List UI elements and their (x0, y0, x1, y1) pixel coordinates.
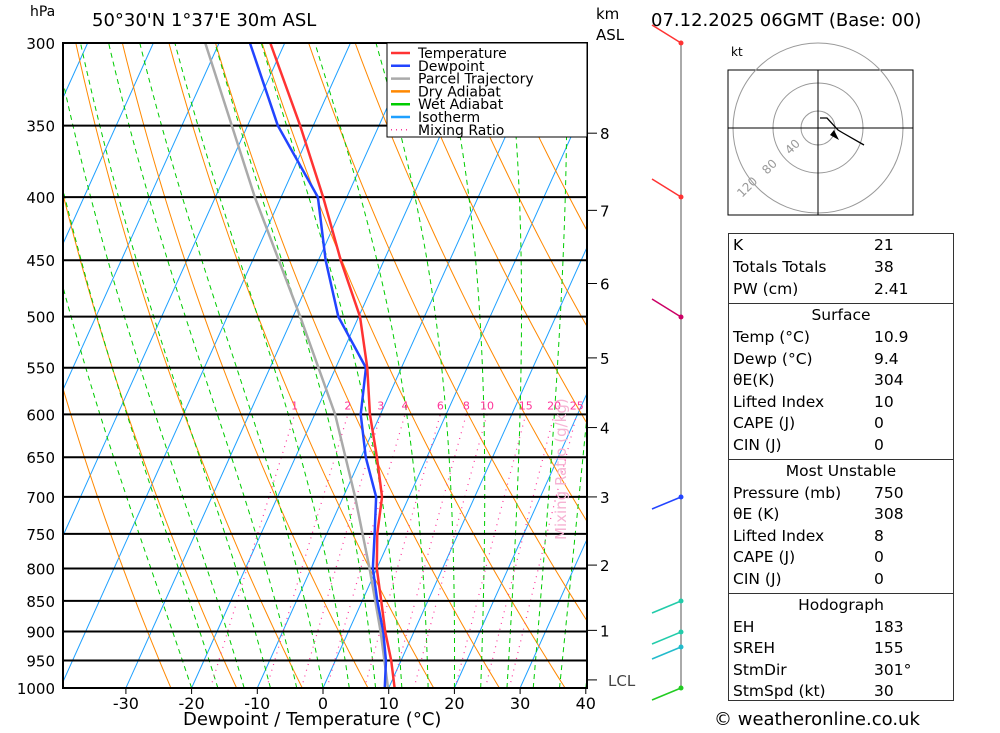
isotherm-line (63, 43, 154, 245)
dry-adiabat-line (354, 43, 587, 523)
indices-table: K 21 Totals Totals 38 PW (cm) 2.41 Surface … (728, 233, 954, 701)
km-tick-label: 1 (600, 622, 610, 640)
asl-label: ASL (596, 26, 625, 44)
wet-adiabat-line (63, 79, 245, 688)
wet-adiabat-line (63, 187, 219, 688)
dry-adiabat-line (308, 43, 587, 622)
y-tick-label: 500 (26, 309, 55, 327)
copyright: © weatheronline.co.uk (714, 709, 920, 730)
wind-barb-icon (651, 496, 682, 510)
plot-frame (62, 42, 588, 689)
y-tick-label: 650 (26, 449, 55, 467)
wind-barb-icon (651, 600, 682, 614)
km-tick-label: 8 (600, 125, 610, 143)
y-tick-label: 450 (26, 252, 55, 270)
location-title: 50°30'N 1°37'E 30m ASL (92, 10, 317, 31)
km-tick-label: 5 (600, 350, 610, 368)
isotherm-line (63, 43, 351, 683)
dry-adiabat-line (261, 43, 566, 688)
pressure-unit: hPa (30, 4, 56, 20)
datetime: 07.12.2025 06GMT (Base: 00) (651, 10, 922, 31)
mixing-ratio-label: 10 (480, 399, 494, 412)
y-tick-label: 600 (26, 406, 55, 424)
mixing-ratio-label: 8 (463, 399, 470, 412)
wet-adiabat-line (314, 43, 429, 688)
wind-barb-icon (651, 646, 682, 660)
hodograph-header: Hodograph (798, 596, 884, 614)
mixing-ratio-label: 3 (377, 399, 384, 412)
y-tick-label: 550 (26, 360, 55, 378)
mixing-ratio-label: 6 (437, 399, 444, 412)
mixing-ratio-label: 1 (291, 399, 298, 412)
y-tick-label: 900 (26, 624, 55, 642)
isotherm-line (0, 43, 22, 688)
x-tick-label: -30 (113, 694, 139, 713)
legend: TemperatureDewpointParcel TrajectoryDry … (386, 42, 588, 139)
dry-adiabat-line (401, 43, 587, 425)
dry-adiabat-line (215, 43, 500, 688)
mixing-ratio-line (266, 414, 349, 688)
km-tick-label: 2 (600, 557, 610, 575)
index-row: PW (cm) 2.41 (733, 280, 909, 298)
wet-adiabat-line (506, 43, 523, 688)
y-tick-label: 950 (26, 653, 55, 671)
x-tick-label: 40 (576, 694, 596, 713)
index-row: Totals Totals 38 (733, 258, 894, 276)
wind-barb-icon (651, 631, 682, 645)
dry-adiabat-line (960, 43, 1000, 688)
legend-label: Mixing Ratio (418, 123, 504, 139)
mixing-ratio-line (391, 414, 467, 688)
x-tick-label: 30 (510, 694, 530, 713)
most-unstable-header: Most Unstable (785, 462, 897, 480)
hodograph: 4080120 (727, 42, 914, 216)
y-tick-label: 850 (26, 593, 55, 611)
x-axis-label: Dewpoint / Temperature (°C) (183, 709, 442, 730)
y-tick-label: 750 (26, 526, 55, 544)
km-tick-label: LCL (608, 672, 636, 690)
wet-adiabat-line (441, 43, 486, 688)
y-tick-label: 700 (26, 489, 55, 507)
y-tick-label: 400 (26, 189, 55, 207)
wind-barb-icon (651, 298, 682, 318)
y-tick-label: 1000 (17, 680, 55, 698)
km-tick-label: 4 (600, 420, 610, 438)
mixing-ratio-axis-label: Mixing Ratio (g/kg) (552, 398, 570, 540)
wind-barb-icon (651, 178, 682, 198)
km-tick-label: 7 (600, 202, 610, 220)
wet-adiabat-line (532, 43, 568, 688)
mixing-ratio-label: 15 (519, 399, 533, 412)
y-tick-label: 800 (26, 560, 55, 578)
index-row: K 21 (733, 236, 894, 254)
km-unit: km (596, 5, 620, 23)
y-tick-label: 300 (26, 35, 55, 53)
mixing-ratio-label: 4 (402, 399, 409, 412)
hodograph-frame (727, 69, 914, 216)
km-tick-label: 6 (600, 276, 610, 294)
mixing-ratio-label: 2 (344, 399, 351, 412)
mixing-ratio-label: 25 (570, 399, 584, 412)
y-tick-label: 350 (26, 118, 55, 136)
x-tick-label: 20 (444, 694, 464, 713)
isotherm-line (388, 246, 587, 688)
wet-adiabat-line (585, 673, 587, 688)
wind-barb-icon (651, 687, 682, 701)
parcel-trajectory-line (204, 42, 390, 689)
hodograph-unit: kt (731, 45, 743, 59)
km-tick-label: 3 (600, 489, 610, 507)
skewt-chart: 1 2 3 4 6 8 10 15 20 25 300 350 400 450 500 550 600 650 70… (0, 0, 1000, 733)
surface-header: Surface (811, 306, 871, 324)
